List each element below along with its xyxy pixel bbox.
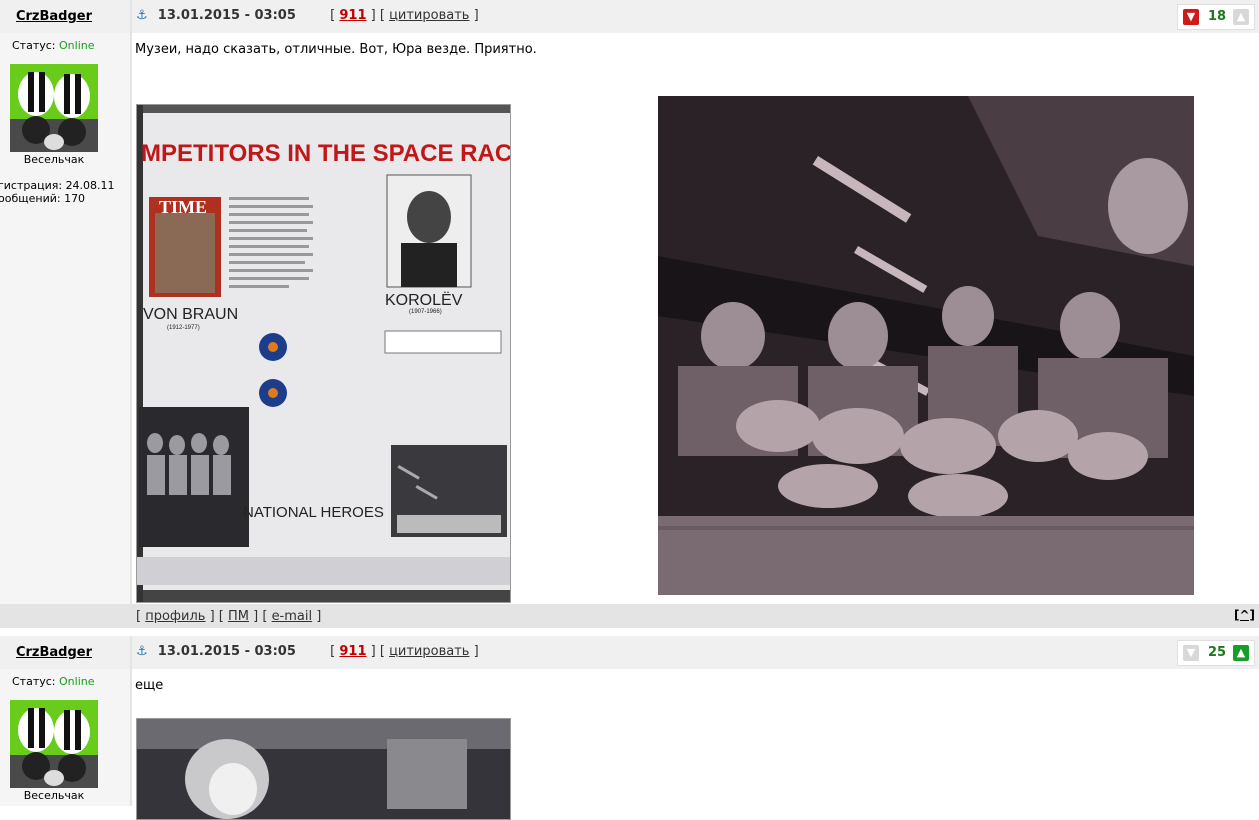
- pm-link[interactable]: ПМ: [228, 609, 249, 624]
- anchor-icon[interactable]: ⚓: [136, 644, 148, 659]
- cosmonauts-photo[interactable]: [658, 96, 1194, 595]
- user-status: Статус: Online: [12, 675, 95, 688]
- korolev-label: KOROLËV: [385, 291, 463, 309]
- column-divider: [130, 0, 132, 628]
- thumb-down-icon[interactable]: ▼: [1183, 9, 1199, 25]
- user-rank: Весельчак: [23, 153, 85, 166]
- post-meta: ⚓ 13.01.2015 - 03:05 [ 911 ] [ цитироват…: [136, 644, 479, 659]
- avatar[interactable]: [10, 700, 98, 788]
- spacesuit-photo[interactable]: [136, 718, 511, 820]
- column-divider: [130, 636, 132, 806]
- registration-date: гистрация: 24.08.11: [0, 179, 115, 192]
- avatar[interactable]: [10, 64, 98, 152]
- thumb-down-icon[interactable]: ▼: [1183, 645, 1199, 661]
- username-link[interactable]: CrzBadger: [0, 645, 108, 660]
- thumb-up-icon[interactable]: ▲: [1233, 645, 1249, 661]
- post-meta: ⚓ 13.01.2015 - 03:05 [ 911 ] [ цитироват…: [136, 8, 479, 23]
- username-link[interactable]: CrzBadger: [0, 9, 108, 24]
- message-count: ообщений: 170: [0, 192, 86, 205]
- status-online: Online: [59, 39, 95, 52]
- von-braun-label: VON BRAUN: [143, 306, 238, 323]
- post-date: 13.01.2015 - 03:05: [157, 644, 296, 659]
- post-number-link[interactable]: 911: [339, 644, 366, 659]
- forum-post: CrzBadger ⚓ 13.01.2015 - 03:05 [ 911 ] […: [0, 636, 1259, 820]
- korolev-years: (1907-1966): [409, 309, 442, 315]
- von-braun-years: (1912-1977): [167, 325, 200, 331]
- quote-button[interactable]: цитировать: [389, 8, 469, 23]
- user-rank: Весельчак: [23, 789, 85, 802]
- footer-links: [ профиль ] [ ПМ ] [ e-mail ]: [136, 609, 322, 624]
- forum-post: CrzBadger ⚓ 13.01.2015 - 03:05 [ 911 ] […: [0, 0, 1259, 628]
- quote-button[interactable]: цитировать: [389, 644, 469, 659]
- status-online: Online: [59, 675, 95, 688]
- post-text: еще: [135, 678, 164, 693]
- post-rating: ▼ 18 ▲: [1177, 4, 1255, 30]
- post-rating: ▼ 25 ▲: [1177, 640, 1255, 666]
- user-status: Статус: Online: [12, 39, 95, 52]
- post-date: 13.01.2015 - 03:05: [157, 8, 296, 23]
- post-footer: [ профиль ] [ ПМ ] [ e-mail ] [^]: [0, 604, 1259, 628]
- profile-link[interactable]: профиль: [145, 609, 205, 624]
- anchor-icon[interactable]: ⚓: [136, 8, 148, 23]
- post-number-link[interactable]: 911: [339, 8, 366, 23]
- poster-photo[interactable]: MPETITORS IN THE SPACE RACE TIME VON BRA…: [136, 104, 511, 603]
- heroes-label: NATIONAL HEROES: [243, 504, 384, 521]
- rating-value: 25: [1207, 645, 1227, 660]
- email-link[interactable]: e-mail: [272, 609, 313, 624]
- scroll-top-button[interactable]: [^]: [1234, 608, 1255, 622]
- post-text: Музеи, надо сказать, отличные. Вот, Юра …: [135, 42, 537, 57]
- rating-value: 18: [1207, 9, 1227, 24]
- time-logo: TIME: [159, 197, 207, 217]
- thumb-up-icon[interactable]: ▲: [1233, 9, 1249, 25]
- poster-headline: MPETITORS IN THE SPACE RACE: [141, 140, 510, 167]
